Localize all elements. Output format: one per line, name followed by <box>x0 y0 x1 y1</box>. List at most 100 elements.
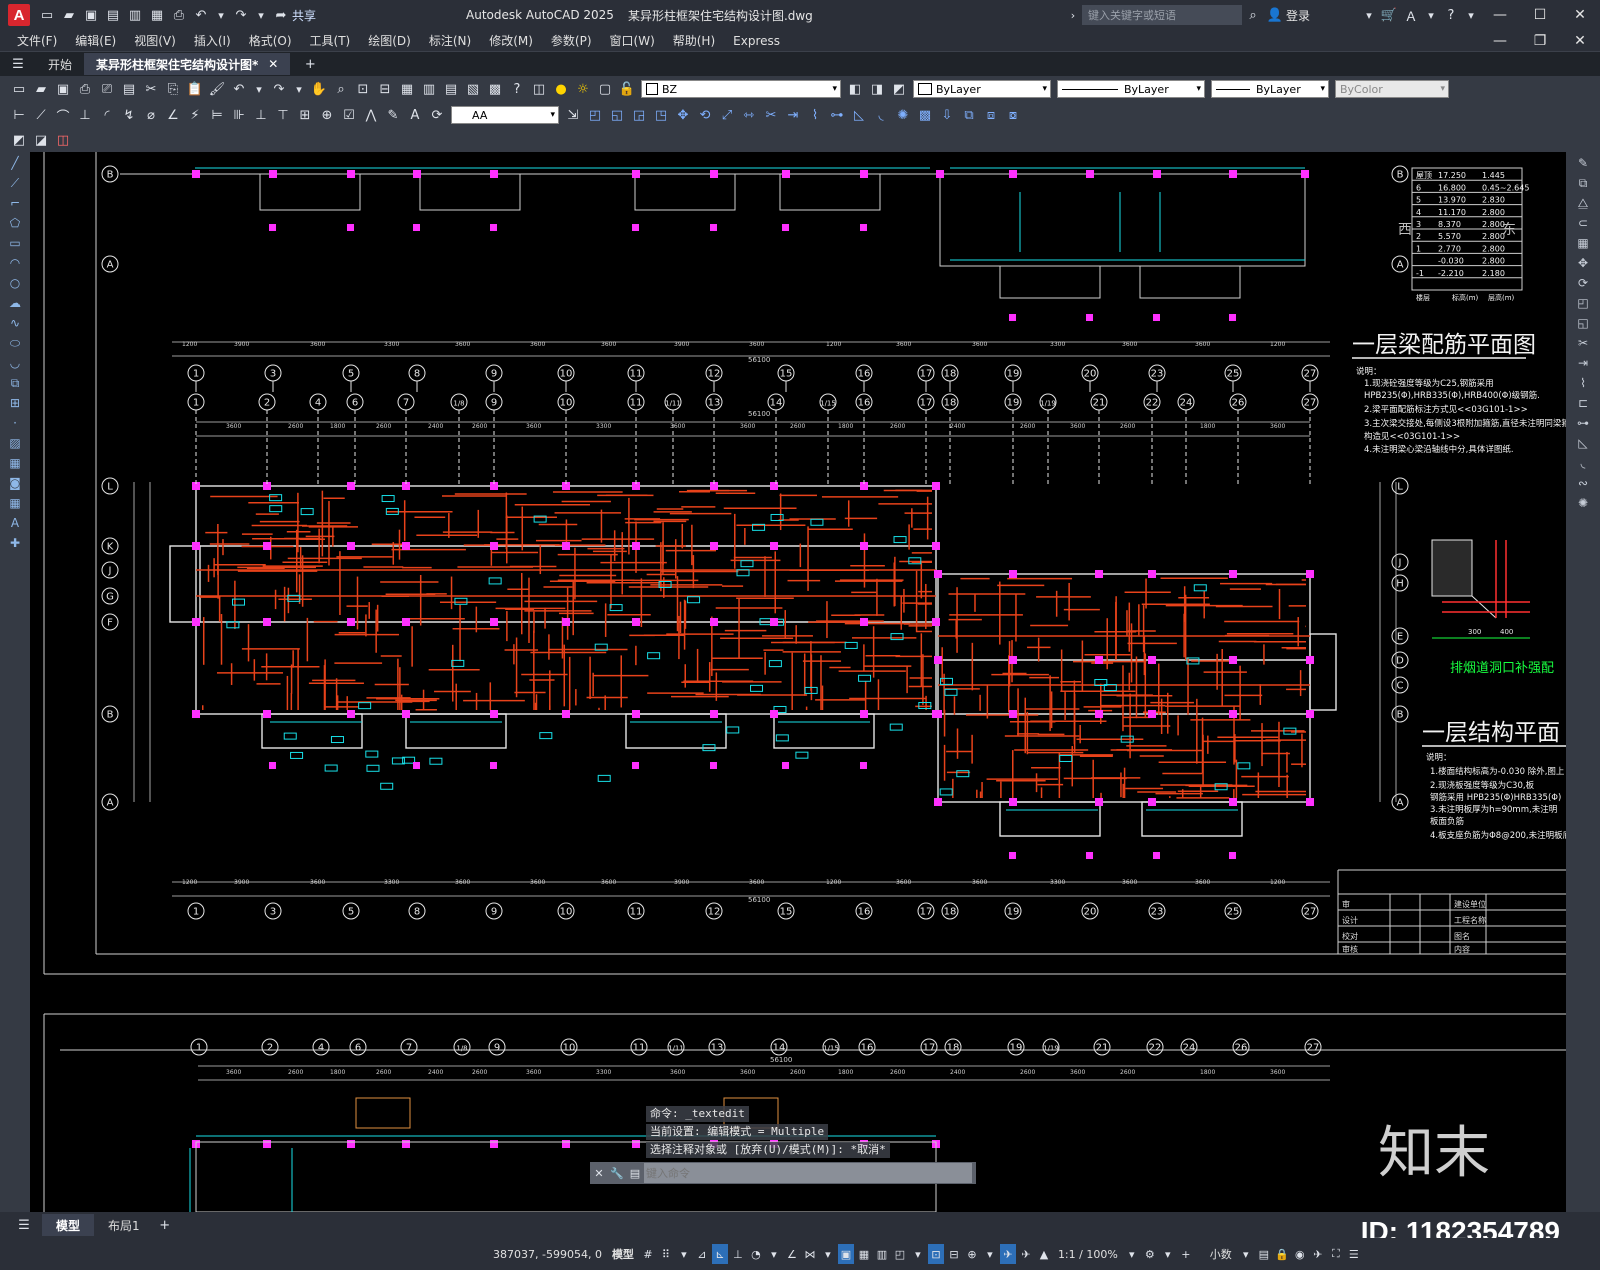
autodesk-a360-icon[interactable]: Ａ <box>1401 5 1421 25</box>
autocad-logo[interactable]: A <box>8 4 30 26</box>
3d-osnap-icon[interactable]: ◰ <box>892 1244 908 1264</box>
rotate-icon[interactable]: ⟲ <box>695 105 715 125</box>
rotate-icon[interactable]: ⟳ <box>1572 274 1594 292</box>
blend-icon[interactable]: ∾ <box>1572 474 1594 492</box>
coordinates-readout[interactable]: 387037, -599054, 0 <box>488 1248 607 1261</box>
fillet-icon[interactable]: ◟ <box>871 105 891 125</box>
share-label[interactable]: 共享 <box>292 7 316 24</box>
aligned-dim-icon[interactable]: ⟋ <box>31 105 51 125</box>
color-dropdown[interactable]: ByLayer ▾ <box>913 80 1051 98</box>
layer-previous-icon[interactable]: ◨ <box>867 79 887 99</box>
help-icon[interactable]: ? <box>1441 5 1461 25</box>
new-file-icon[interactable]: ▭ <box>37 5 57 25</box>
annotation-monitor-icon[interactable]: + <box>1178 1244 1194 1264</box>
hardware-acceleration-icon[interactable]: ✈ <box>1310 1244 1326 1264</box>
model-space-toggle[interactable]: 模型 <box>607 1246 639 1262</box>
add-layout-icon[interactable]: + <box>155 1215 175 1235</box>
snap-mode-icon[interactable]: ⠿ <box>658 1244 674 1264</box>
array-icon[interactable]: ▦ <box>1572 234 1594 252</box>
xref-icon[interactable]: ◪ <box>31 130 51 150</box>
save-web-icon[interactable]: ▦ <box>147 5 167 25</box>
lineweight-dropdown[interactable]: ByLayer ▾ <box>1211 80 1329 98</box>
linetype-dropdown[interactable]: ByLayer ▾ <box>1057 80 1205 98</box>
angular-dim-icon[interactable]: ∠ <box>163 105 183 125</box>
units-value[interactable]: 小数 <box>1205 1246 1237 1262</box>
isodraft-dropdown-icon[interactable]: ▾ <box>766 1244 782 1264</box>
trim-icon[interactable]: ✂ <box>761 105 781 125</box>
plot-preview-icon[interactable]: ⎚ <box>97 79 117 99</box>
arc-icon[interactable]: ◠ <box>4 254 26 272</box>
layer-properties-icon[interactable]: ◫ <box>529 79 549 99</box>
menu-modify[interactable]: 修改(M) <box>480 32 542 49</box>
rectangle-icon[interactable]: ▭ <box>4 234 26 252</box>
cart-icon[interactable]: 🛒 <box>1379 5 1399 25</box>
offset-icon[interactable]: ◲ <box>629 105 649 125</box>
gradient-icon[interactable]: ▦ <box>4 454 26 472</box>
move-icon[interactable]: ✥ <box>1572 254 1594 272</box>
search-icon[interactable]: ⌕ <box>1243 5 1263 25</box>
stretch-icon[interactable]: ⇿ <box>739 105 759 125</box>
undo-icon[interactable]: ↶ <box>191 5 211 25</box>
dim-break-icon[interactable]: ⊤ <box>273 105 293 125</box>
inspection-icon[interactable]: ☑ <box>339 105 359 125</box>
lightbulb-icon[interactable]: ● <box>551 79 571 99</box>
object-snap-tracking-icon[interactable]: ∠ <box>784 1244 800 1264</box>
ellipse-arc-icon[interactable]: ◡ <box>4 354 26 372</box>
polygon-icon[interactable]: ⬠ <box>4 214 26 232</box>
command-input[interactable] <box>644 1163 972 1183</box>
dim-text-edit-icon[interactable]: A <box>405 105 425 125</box>
circle-icon[interactable]: ○ <box>4 274 26 292</box>
chevron-right-icon[interactable]: › <box>1065 5 1081 25</box>
block-icon[interactable]: ▩ <box>915 105 935 125</box>
copy-icon[interactable]: ⧉ <box>1572 174 1594 192</box>
lock-ui-icon[interactable]: 🔒 <box>1274 1244 1290 1264</box>
save-as-icon[interactable]: ▤ <box>103 5 123 25</box>
jogged-linear-icon[interactable]: ⋀ <box>361 105 381 125</box>
auto-scale-icon[interactable]: ✈ <box>1018 1244 1034 1264</box>
redo-dropdown-icon[interactable]: ▾ <box>253 5 269 25</box>
continue-dim-icon[interactable]: ⊪ <box>229 105 249 125</box>
polyline-icon[interactable]: ⌐ <box>4 194 26 212</box>
tab-close-icon[interactable]: ✕ <box>268 57 278 71</box>
radius-dim-icon[interactable]: ◜ <box>97 105 117 125</box>
clip-icon[interactable]: ◫ <box>53 130 73 150</box>
3d-dropdown-icon[interactable]: ▾ <box>910 1244 926 1264</box>
add-selected-icon[interactable]: ✚ <box>4 534 26 552</box>
draworder-icon[interactable]: ⧇ <box>1003 105 1023 125</box>
menu-express[interactable]: Express <box>724 34 789 48</box>
properties-icon[interactable]: ▦ <box>397 79 417 99</box>
save-icon[interactable]: ▣ <box>81 5 101 25</box>
match-properties-icon[interactable]: 🖌 <box>207 79 227 99</box>
workspace-gear-icon[interactable]: ⚙ <box>1142 1244 1158 1264</box>
tab-start[interactable]: 开始 <box>36 53 84 75</box>
menu-dimension[interactable]: 标注(N) <box>420 32 480 49</box>
insert-block-icon[interactable]: ⧉ <box>4 374 26 392</box>
diameter-dim-icon[interactable]: ⌀ <box>141 105 161 125</box>
explode-icon[interactable]: ✺ <box>1572 494 1594 512</box>
mirror-icon[interactable]: ◱ <box>607 105 627 125</box>
menu-format[interactable]: 格式(O) <box>240 32 301 49</box>
menu-tools[interactable]: 工具(T) <box>301 32 360 49</box>
drawing-canvas[interactable]: 审 设计 校对 审核 建设单位 工程名称 图名 内容 1 3 5 8 9 10 … <box>30 152 1566 1212</box>
transparency-icon[interactable]: ▦ <box>856 1244 872 1264</box>
save-icon[interactable]: ▣ <box>53 79 73 99</box>
join-icon[interactable]: ⊶ <box>827 105 847 125</box>
dim-update-icon[interactable]: ⟳ <box>427 105 447 125</box>
dynamic-ucs-icon[interactable]: ⊡ <box>927 1244 944 1264</box>
insert-icon[interactable]: ⇩ <box>937 105 957 125</box>
tab-layout1[interactable]: 布局1 <box>94 1214 154 1236</box>
ordinate-dim-icon[interactable]: ⊥ <box>75 105 95 125</box>
mirror-icon[interactable]: ⧋ <box>1572 194 1594 212</box>
tool-palettes-icon[interactable]: ▤ <box>441 79 461 99</box>
make-block-icon[interactable]: ⊞ <box>4 394 26 412</box>
tab-document[interactable]: 某异形柱框架住宅结构设计图* ✕ <box>84 53 291 75</box>
grid-icon[interactable]: # <box>640 1244 656 1264</box>
help-dropdown-icon[interactable]: ▾ <box>1463 5 1479 25</box>
menu-insert[interactable]: 插入(I) <box>185 32 240 49</box>
command-close-icon[interactable]: ✕ <box>591 1163 607 1183</box>
dynamic-input-icon[interactable]: ⊿ <box>694 1244 710 1264</box>
publish-icon[interactable]: ▤ <box>119 79 139 99</box>
scale-dropdown-icon[interactable]: ▾ <box>1124 1244 1140 1264</box>
open-icon[interactable]: ▰ <box>31 79 51 99</box>
extend-icon[interactable]: ⇥ <box>1572 354 1594 372</box>
